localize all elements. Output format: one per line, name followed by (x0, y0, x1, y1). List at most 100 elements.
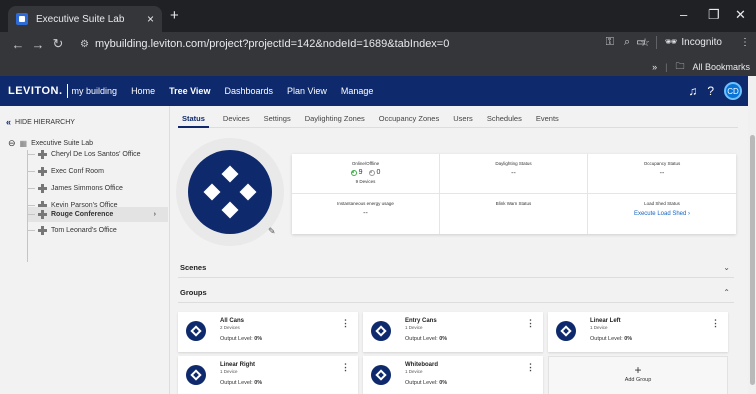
url-text: mybuilding.leviton.com/project?projectId… (94, 38, 450, 50)
hide-hierarchy-button[interactable]: « HIDE HIERARCHY (6, 117, 75, 127)
help-icon[interactable]: ? (707, 84, 714, 98)
daylighting-cell: Daylighting Status -- (440, 154, 588, 194)
browser-toolbar: ← → ↻ ⚙ mybuilding.leviton.com/project?p… (0, 32, 756, 56)
tab-daylighting-zones[interactable]: Daylighting Zones (305, 106, 365, 128)
group-menu-icon[interactable]: ⋮ (341, 318, 350, 329)
room-icon (38, 167, 47, 176)
load-shed-cell: Load Shed Status Execute Load Shed › (588, 194, 736, 234)
group-menu-icon[interactable]: ⋮ (711, 318, 720, 329)
tree-root-label: Executive Suite Lab (31, 140, 93, 147)
chevron-right-icon[interactable]: › (154, 211, 156, 218)
group-icon (186, 365, 206, 385)
online-offline-counts: 9 0 (292, 169, 439, 176)
nav-home[interactable]: Home (131, 86, 155, 96)
tree-item[interactable]: Cheryl De Los Santos' Office (28, 148, 168, 161)
add-group-button[interactable]: + Add Group (548, 356, 728, 394)
tree-item[interactable]: James Simmons Office (28, 182, 168, 195)
back-icon[interactable]: ← (8, 37, 28, 52)
folder-icon: 🗀 (675, 61, 685, 71)
group-card[interactable]: Linear Left 1 Device Output Level: 0% ⋮ (548, 312, 728, 352)
group-name: Linear Right (220, 362, 256, 368)
group-card[interactable]: Linear Right 1 Device Output Level: 0% ⋮ (178, 356, 358, 394)
scenes-section-header[interactable]: Scenes ⌄ (178, 258, 734, 278)
zoom-icon[interactable]: ⌕ (624, 36, 630, 49)
group-name: Linear Left (590, 318, 621, 324)
room-tabs: Status Devices Settings Daylighting Zone… (178, 106, 738, 128)
tab-settings[interactable]: Settings (264, 106, 291, 128)
building-icon: ▦ (19, 139, 28, 148)
tab-status[interactable]: Status (178, 106, 209, 128)
tab-events[interactable]: Events (536, 106, 559, 128)
group-card[interactable]: All Cans 2 Devices Output Level: 0% ⋮ (178, 312, 358, 352)
incognito-label: Incognito (681, 37, 722, 48)
reading-mode-icon[interactable]: ▭ (636, 37, 645, 48)
room-diamond-icon (203, 165, 257, 219)
nav-manage[interactable]: Manage (341, 86, 374, 96)
edit-icon[interactable]: ✎ (268, 226, 276, 237)
minimize-icon[interactable]: – (680, 7, 687, 22)
load-shed-label: Load Shed Status (644, 201, 680, 206)
notification-bell-icon[interactable]: ♫ (688, 84, 697, 98)
tree-item-selected[interactable]: Rouge Conference › (28, 207, 168, 222)
chevron-up-icon[interactable]: ⌃ (723, 288, 730, 297)
add-group-label: Add Group (624, 377, 652, 383)
nav-plan-view[interactable]: Plan View (287, 86, 327, 96)
group-icon (371, 365, 391, 385)
groups-section-header[interactable]: Groups ⌃ (178, 283, 734, 303)
mybuilding-logo: my building (71, 86, 118, 96)
password-key-icon[interactable]: ⚿ (606, 36, 614, 49)
tab-favicon-icon (16, 13, 28, 25)
group-menu-icon[interactable]: ⋮ (526, 362, 535, 373)
bookmarks-bar: » | 🗀 All Bookmarks (0, 56, 756, 76)
bookmarks-overflow-icon[interactable]: » (652, 62, 657, 72)
group-icon (186, 321, 206, 341)
tree-item[interactable]: Tom Leonard's Office (28, 224, 168, 237)
tab-schedules[interactable]: Schedules (487, 106, 522, 128)
blink-warn-label: Blink Warn Status (495, 201, 532, 206)
tab-devices[interactable]: Devices (223, 106, 250, 128)
tab-users[interactable]: Users (453, 106, 473, 128)
group-menu-icon[interactable]: ⋮ (526, 318, 535, 329)
browser-tab[interactable]: Executive Suite Lab × (8, 6, 162, 32)
online-offline-label: Online/Offline (351, 161, 380, 166)
occupancy-label: Occupancy Status (643, 161, 681, 166)
room-icon (38, 150, 47, 159)
room-icon-badge (188, 150, 272, 234)
group-card[interactable]: Entry Cans 1 Device Output Level: 0% ⋮ (363, 312, 543, 352)
leviton-logo[interactable]: LEVITON. (8, 85, 63, 97)
occupancy-value: -- (659, 170, 665, 177)
status-card: Online/Offline 9 0 9 Devices Daylighting… (292, 154, 736, 234)
address-bar[interactable]: ⚙ mybuilding.leviton.com/project?project… (80, 35, 650, 53)
avatar[interactable]: CD (724, 82, 742, 100)
nav-dashboards[interactable]: Dashboards (224, 86, 273, 96)
online-count: 9 (358, 169, 363, 176)
maximize-icon[interactable]: ❐ (708, 7, 720, 23)
close-window-icon[interactable]: ✕ (735, 7, 746, 23)
group-card[interactable]: Whiteboard 1 Device Output Level: 0% ⋮ (363, 356, 543, 394)
tab-occupancy-zones[interactable]: Occupancy Zones (379, 106, 439, 128)
online-status-icon (350, 169, 357, 176)
chevron-down-icon[interactable]: ⌄ (723, 263, 730, 272)
hide-hierarchy-label: HIDE HIERARCHY (15, 118, 75, 126)
collapse-circle-icon[interactable]: ⊖ (8, 138, 16, 149)
group-icon (371, 321, 391, 341)
all-bookmarks-link[interactable]: All Bookmarks (692, 62, 750, 72)
online-offline-cell: Online/Offline 9 0 9 Devices (292, 154, 440, 194)
group-menu-icon[interactable]: ⋮ (341, 362, 350, 373)
browser-menu-icon[interactable]: ⋮ (740, 37, 750, 48)
tab-close-icon[interactable]: × (147, 12, 154, 26)
site-info-icon[interactable]: ⚙ (80, 39, 89, 50)
nav-tree-view[interactable]: Tree View (169, 86, 210, 96)
blink-warn-cell: Blink Warn Status (440, 194, 588, 234)
reload-icon[interactable]: ↻ (48, 36, 68, 52)
page-scrollbar-thumb[interactable] (750, 135, 755, 385)
group-device-count: 2 Devices (220, 325, 240, 330)
execute-load-shed-button[interactable]: Execute Load Shed › (588, 211, 736, 217)
group-output-level: Output Level: 0% (220, 336, 263, 342)
tree-item[interactable]: Exec Conf Room (28, 165, 168, 178)
forward-icon[interactable]: → (28, 37, 48, 52)
incognito-indicator[interactable]: 🕶 Incognito (655, 36, 730, 49)
new-tab-button[interactable]: + (170, 7, 179, 24)
daylighting-value: -- (511, 170, 516, 177)
tree-item-label: Rouge Conference (51, 211, 114, 218)
